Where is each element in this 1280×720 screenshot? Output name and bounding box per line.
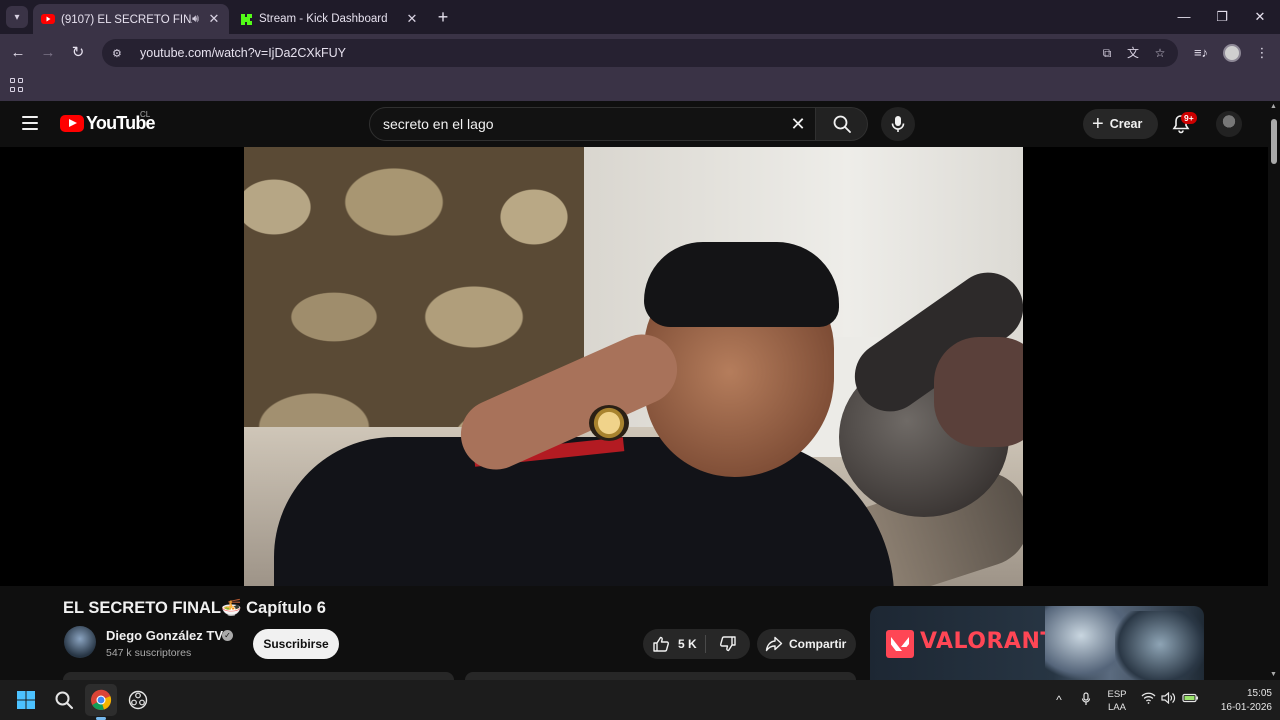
subscribe-button[interactable]: Suscribirse (253, 629, 339, 659)
site-info-icon[interactable]: ⚙︎ (112, 47, 130, 60)
share-label: Compartir (789, 637, 847, 651)
youtube-play-icon (60, 115, 84, 132)
search-icon (55, 691, 73, 709)
restore-icon[interactable]: ❐ (1211, 6, 1233, 28)
tab-youtube[interactable]: (9107) EL SECRETO FINAL🍜 🔊︎ ✕ (33, 4, 229, 34)
language-indicator[interactable]: ESP LAA (1106, 688, 1128, 714)
channel-name[interactable]: Diego González TV (106, 628, 223, 643)
clock-date: 16-01-2026 (1220, 702, 1272, 713)
dislike-button[interactable] (706, 629, 750, 659)
bookmarks-bar (0, 72, 1280, 101)
bookmark-star-icon[interactable]: ☆ (1151, 44, 1169, 62)
clear-search-icon[interactable]: ✕ (787, 113, 809, 135)
kick-favicon-icon (239, 12, 253, 26)
taskbar-search-button[interactable] (48, 684, 80, 716)
tab-kick-dashboard[interactable]: Stream - Kick Dashboard ✕ (231, 4, 427, 34)
second-person-hand (934, 337, 1023, 447)
menu-hamburger-icon[interactable] (22, 116, 38, 130)
share-arrow-icon (765, 636, 783, 652)
windows-logo-icon (17, 691, 35, 709)
ad-character-art (1115, 611, 1204, 680)
search-button[interactable] (816, 107, 868, 141)
comments-card[interactable] (465, 672, 856, 680)
translate-icon[interactable]: 文 (1124, 44, 1142, 62)
share-button[interactable]: Compartir (757, 629, 856, 659)
search-icon (833, 115, 851, 133)
youtube-header: YouTube CL ✕ + Crear 9+ (0, 101, 1268, 147)
start-button[interactable] (10, 684, 42, 716)
windows-taskbar: ^ ESP LAA 15:05 16-01-2026 (0, 680, 1280, 720)
video-info: EL SECRETO FINAL🍜 Capítulo 6 Diego Gonzá… (0, 586, 1268, 680)
youtube-favicon-icon (41, 12, 55, 26)
search-box[interactable]: ✕ (369, 107, 816, 141)
system-clock[interactable]: 15:05 16-01-2026 (1206, 687, 1272, 715)
country-code: CL (140, 110, 151, 119)
forward-arrow-icon[interactable]: → (37, 42, 59, 64)
address-bar[interactable]: ⚙︎ youtube.com/watch?v=IjDa2CXkFUY ⧉ 文 ☆ (102, 39, 1178, 67)
chrome-icon (91, 689, 112, 710)
thumbs-up-icon (653, 636, 669, 652)
account-avatar[interactable] (1216, 111, 1242, 137)
verified-check-icon: ✓ (222, 630, 233, 641)
close-tab-icon[interactable]: ✕ (405, 11, 419, 27)
search-input[interactable] (383, 116, 773, 132)
scroll-down-icon[interactable]: ▼ (1270, 671, 1277, 678)
url-text[interactable]: youtube.com/watch?v=IjDa2CXkFUY (140, 46, 346, 60)
create-button[interactable]: + Crear (1083, 109, 1158, 139)
new-tab-button[interactable]: + (433, 7, 453, 27)
apps-grid-icon[interactable] (10, 78, 24, 92)
chevron-up-icon[interactable]: ^ (1051, 692, 1067, 708)
scrollbar-thumb[interactable] (1271, 119, 1277, 164)
like-count: 5 K (678, 637, 697, 651)
close-tab-icon[interactable]: ✕ (207, 11, 221, 27)
microphone-icon (891, 116, 905, 132)
wifi-icon[interactable] (1140, 692, 1156, 708)
microphone-tray-icon[interactable] (1078, 692, 1094, 708)
media-control-icon[interactable]: ≡♪ (1190, 42, 1212, 64)
valorant-ad-banner[interactable]: VALORANT (870, 606, 1204, 680)
keyboard-layout: LAA (1108, 702, 1126, 713)
description-card[interactable] (63, 672, 454, 680)
language-code: ESP (1107, 689, 1127, 700)
man-hair (644, 242, 839, 327)
notifications-badge: 9+ (1181, 112, 1197, 124)
back-arrow-icon[interactable]: ← (7, 42, 29, 64)
tab-search-button[interactable]: ▾ (6, 6, 28, 28)
browser-tabstrip: ▾ (9107) EL SECRETO FINAL🍜 🔊︎ ✕ Stream -… (0, 0, 1280, 34)
speaker-icon[interactable]: 🔊︎ (192, 13, 199, 26)
chrome-taskbar-button[interactable] (85, 684, 117, 716)
ad-brand: VALORANT (920, 629, 1056, 654)
youtube-logo[interactable]: YouTube CL (60, 110, 156, 134)
like-button[interactable]: 5 K (643, 629, 705, 659)
close-window-icon[interactable]: ✕ (1249, 6, 1271, 28)
obs-icon (128, 690, 148, 710)
video-player[interactable] (244, 147, 1023, 586)
menu-kebab-icon[interactable]: ⋮ (1251, 42, 1273, 64)
profile-avatar-icon[interactable] (1223, 44, 1241, 62)
voice-search-button[interactable] (881, 107, 915, 141)
clock-time: 15:05 (1246, 688, 1272, 699)
minimize-icon[interactable]: — (1173, 6, 1195, 28)
volume-icon[interactable] (1160, 691, 1176, 708)
tab-title: (9107) EL SECRETO FINAL🍜 (61, 14, 192, 26)
scroll-up-icon[interactable]: ▲ (1270, 103, 1277, 110)
valorant-logo-icon (886, 630, 914, 658)
obs-taskbar-button[interactable] (122, 684, 154, 716)
browser-toolbar: ← → ↻ ⚙︎ youtube.com/watch?v=IjDa2CXkFUY… (0, 34, 1280, 72)
page-scrollbar[interactable]: ▲ ▼ (1268, 101, 1280, 680)
subscriber-count: 547 k suscriptores (106, 647, 192, 659)
video-title: EL SECRETO FINAL🍜 Capítulo 6 (63, 599, 326, 617)
man-torso (274, 437, 894, 586)
like-dislike-group: 5 K (643, 629, 750, 659)
plus-icon: + (1092, 113, 1104, 135)
thumbs-down-icon (720, 636, 736, 652)
create-label: Crear (1109, 117, 1143, 131)
tab-title: Stream - Kick Dashboard (259, 13, 388, 25)
install-app-icon[interactable]: ⧉ (1098, 44, 1116, 62)
battery-icon[interactable] (1182, 692, 1198, 708)
reload-icon[interactable]: ↻ (67, 42, 89, 64)
channel-avatar[interactable] (64, 626, 96, 658)
wristwatch (589, 405, 629, 441)
